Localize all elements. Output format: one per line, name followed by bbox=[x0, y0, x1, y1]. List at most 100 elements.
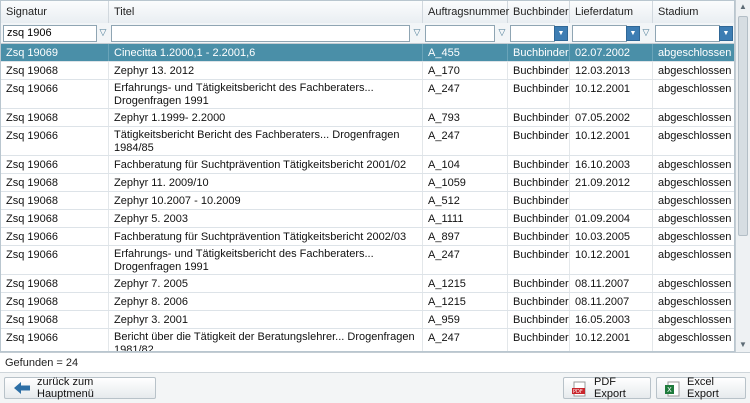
cell-lieferdatum: 16.10.2003 bbox=[570, 156, 653, 173]
cell-stadium: abgeschlossen bbox=[653, 44, 734, 61]
filter-icon[interactable]: ▽ bbox=[98, 26, 108, 38]
table-row[interactable]: Zsq 19066 Tätigkeitsbericht Bericht des F… bbox=[1, 127, 734, 156]
filter-icon[interactable]: ▽ bbox=[641, 26, 651, 38]
filter-input-titel[interactable] bbox=[111, 25, 410, 42]
filter-icon[interactable]: ▽ bbox=[412, 26, 422, 38]
cell-signatur: Zsq 19068 bbox=[1, 62, 109, 79]
cell-auftrag: A_247 bbox=[423, 80, 508, 108]
cell-lieferdatum: 08.11.2007 bbox=[570, 275, 653, 292]
scroll-down-icon[interactable]: ▼ bbox=[736, 338, 750, 352]
filter-cell-stadium: ▼ bbox=[653, 25, 734, 42]
cell-buchbinder: Buchbinder2 bbox=[508, 44, 570, 61]
cell-auftrag: A_793 bbox=[423, 109, 508, 126]
cell-lieferdatum: 16.05.2003 bbox=[570, 311, 653, 328]
table-row[interactable]: Zsq 19069 Cinecitta 1.2000,1 - 2.2001,6 A_… bbox=[1, 44, 734, 62]
filter-cell-lieferdatum: ▼ ▽ bbox=[570, 25, 653, 42]
table-row[interactable]: Zsq 19066 Bericht über die Tätigkeit der … bbox=[1, 329, 734, 351]
filter-cell-titel: ▽ bbox=[109, 25, 423, 42]
table-row[interactable]: Zsq 19068 Zephyr 10.2007 - 10.2009 A_512 Bu… bbox=[1, 192, 734, 210]
scroll-up-icon[interactable]: ▲ bbox=[736, 0, 750, 14]
filter-select-buchbinder[interactable] bbox=[510, 25, 555, 42]
column-header-auftragsnummer[interactable]: Auftragsnummer bbox=[423, 1, 509, 23]
table-row[interactable]: Zsq 19068 Zephyr 7. 2005 A_1215 Buchbinder1… bbox=[1, 275, 734, 293]
cell-lieferdatum: 10.12.2001 bbox=[570, 80, 653, 108]
filter-icon[interactable]: ▽ bbox=[497, 26, 507, 38]
table-row[interactable]: Zsq 19066 Erfahrungs- und Tätigkeitsberic… bbox=[1, 246, 734, 275]
cell-buchbinder: Buchbinder3 bbox=[508, 62, 570, 79]
cell-auftrag: A_959 bbox=[423, 311, 508, 328]
cell-stadium: abgeschlossen bbox=[653, 127, 734, 155]
chevron-down-icon[interactable]: ▼ bbox=[554, 26, 568, 41]
cell-buchbinder: Buchbinder3 bbox=[508, 228, 570, 245]
scrollbar-thumb[interactable] bbox=[738, 16, 748, 236]
filter-cell-signatur: zsq 1906 ▽ bbox=[1, 25, 109, 42]
cell-buchbinder: Buchbinder3 bbox=[508, 192, 570, 209]
cell-lieferdatum: 10.12.2001 bbox=[570, 329, 653, 351]
table-row[interactable]: Zsq 19068 Zephyr 8. 2006 A_1215 Buchbinder1… bbox=[1, 293, 734, 311]
cell-signatur: Zsq 19068 bbox=[1, 275, 109, 292]
cell-stadium: abgeschlossen bbox=[653, 62, 734, 79]
column-header-stadium[interactable]: Stadium bbox=[653, 1, 734, 23]
cell-titel: Bericht über die Tätigkeit der Beratungs… bbox=[109, 329, 423, 351]
filter-cell-auftragsnummer: ▽ bbox=[423, 25, 508, 42]
cell-stadium: abgeschlossen bbox=[653, 156, 734, 173]
cell-auftrag: A_1215 bbox=[423, 275, 508, 292]
table-row[interactable]: Zsq 19066 Fachberatung für Suchtpräventio… bbox=[1, 228, 734, 246]
cell-lieferdatum: 08.11.2007 bbox=[570, 293, 653, 310]
table-row[interactable]: Zsq 19068 Zephyr 5. 2003 A_1111 Buchbinder3… bbox=[1, 210, 734, 228]
cell-lieferdatum: 07.05.2002 bbox=[570, 109, 653, 126]
cell-auftrag: A_104 bbox=[423, 156, 508, 173]
excel-file-icon: X bbox=[665, 381, 681, 397]
table-row[interactable]: Zsq 19068 Zephyr 1.1999- 2.2000 A_793 Buchb… bbox=[1, 109, 734, 127]
pdf-export-button[interactable]: PDF PDF Export bbox=[563, 376, 651, 400]
cell-buchbinder: Buchbinder3 bbox=[508, 210, 570, 227]
cell-buchbinder: Buchbinder3 bbox=[508, 311, 570, 328]
cell-buchbinder: Buchbinder2 bbox=[508, 109, 570, 126]
table-row[interactable]: Zsq 19068 Zephyr 3. 2001 A_959 Buchbinder3 1… bbox=[1, 311, 734, 329]
column-header-signatur[interactable]: Signatur bbox=[1, 1, 109, 23]
filter-row: zsq 1906 ▽ ▽ ▽ ▼ ▼ ▽ ▼ bbox=[1, 23, 734, 44]
cell-titel: Zephyr 8. 2006 bbox=[109, 293, 423, 310]
cell-titel: Cinecitta 1.2000,1 - 2.2001,6 bbox=[109, 44, 423, 61]
excel-export-button[interactable]: X Excel Export bbox=[656, 376, 746, 400]
cell-auftrag: A_247 bbox=[423, 246, 508, 274]
cell-signatur: Zsq 19066 bbox=[1, 228, 109, 245]
filter-select-stadium[interactable] bbox=[655, 25, 720, 42]
table-row[interactable]: Zsq 19068 Zephyr 13. 2012 A_170 Buchbinder3… bbox=[1, 62, 734, 80]
back-to-main-menu-button[interactable]: zurück zum Hauptmenü bbox=[4, 376, 156, 400]
chevron-down-icon[interactable]: ▼ bbox=[719, 26, 733, 41]
arrow-left-icon bbox=[13, 381, 31, 395]
filter-cell-buchbinder: ▼ bbox=[508, 25, 570, 42]
cell-stadium: abgeschlossen bbox=[653, 192, 734, 209]
cell-signatur: Zsq 19066 bbox=[1, 80, 109, 108]
column-header-lieferdatum[interactable]: Lieferdatum bbox=[570, 1, 653, 23]
cell-signatur: Zsq 19069 bbox=[1, 44, 109, 61]
filter-select-lieferdatum[interactable] bbox=[572, 25, 627, 42]
cell-signatur: Zsq 19066 bbox=[1, 127, 109, 155]
cell-lieferdatum: 10.12.2001 bbox=[570, 127, 653, 155]
cell-titel: Zephyr 13. 2012 bbox=[109, 62, 423, 79]
chevron-down-icon[interactable]: ▼ bbox=[626, 26, 640, 41]
svg-text:X: X bbox=[667, 386, 672, 394]
cell-titel: Zephyr 10.2007 - 10.2009 bbox=[109, 192, 423, 209]
cell-buchbinder: Buchbinder1 bbox=[508, 80, 570, 108]
filter-input-auftragsnummer[interactable] bbox=[425, 25, 495, 42]
vertical-scrollbar[interactable]: ▲ ▼ bbox=[735, 0, 750, 352]
cell-auftrag: A_1059 bbox=[423, 174, 508, 191]
data-grid: Signatur Titel Auftragsnummer Buchbinder… bbox=[0, 0, 735, 352]
cell-lieferdatum: 10.12.2001 bbox=[570, 246, 653, 274]
cell-auftrag: A_170 bbox=[423, 62, 508, 79]
filter-input-signatur[interactable]: zsq 1906 bbox=[3, 25, 97, 42]
cell-lieferdatum: 01.09.2004 bbox=[570, 210, 653, 227]
cell-buchbinder: Buchbinder1 bbox=[508, 127, 570, 155]
table-row[interactable]: Zsq 19068 Zephyr 11. 2009/10 A_1059 Buchbin… bbox=[1, 174, 734, 192]
column-header-titel[interactable]: Titel bbox=[109, 1, 423, 23]
cell-lieferdatum: 12.03.2013 bbox=[570, 62, 653, 79]
table-row[interactable]: Zsq 19066 Fachberatung für Suchtpräventio… bbox=[1, 156, 734, 174]
cell-signatur: Zsq 19066 bbox=[1, 246, 109, 274]
column-header-buchbinder[interactable]: Buchbinder bbox=[508, 1, 570, 23]
cell-stadium: abgeschlossen bbox=[653, 275, 734, 292]
cell-titel: Zephyr 7. 2005 bbox=[109, 275, 423, 292]
table-row[interactable]: Zsq 19066 Erfahrungs- und Tätigkeitsberic… bbox=[1, 80, 734, 109]
cell-titel: Tätigkeitsbericht Bericht des Fachberate… bbox=[109, 127, 423, 155]
